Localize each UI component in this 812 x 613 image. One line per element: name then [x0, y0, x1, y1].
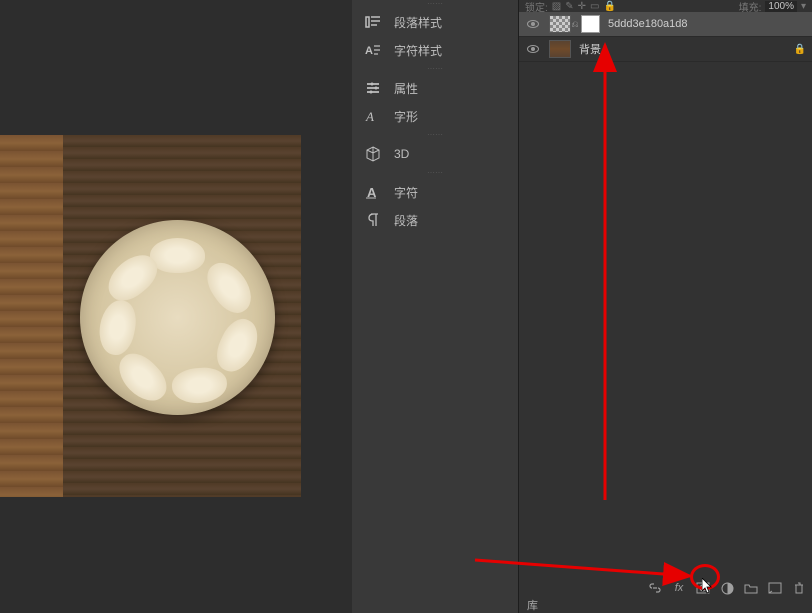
image-dumpling	[150, 238, 205, 273]
eye-icon	[527, 45, 539, 53]
glyphs-icon: A	[364, 107, 382, 125]
fill-dropdown-icon[interactable]: ▾	[801, 1, 806, 12]
char-styles-icon: A	[364, 41, 382, 59]
panel-paragraph[interactable]: 段落	[352, 206, 518, 234]
new-layer-icon[interactable]	[768, 581, 782, 595]
panel-label: 3D	[394, 147, 409, 161]
layer-name[interactable]: 背景	[579, 41, 792, 57]
layer-row[interactable]: 背景 🔒	[519, 37, 812, 62]
image-dumpling	[199, 255, 259, 320]
paragraph-styles-icon	[364, 13, 382, 31]
svg-text:A: A	[367, 185, 377, 199]
panel-label: 字符	[394, 184, 418, 201]
document-image[interactable]	[0, 135, 301, 497]
svg-text:A: A	[365, 109, 374, 123]
lock-artboard-icon[interactable]: ▭	[590, 1, 599, 12]
layers-lock-bar: 锁定: ▨ ✎ ✛ ▭ 🔒 填充: 100% ▾	[519, 0, 812, 12]
layer-visibility-toggle[interactable]	[523, 42, 543, 56]
panel-column: ⋯⋯ 段落样式 A 字符样式 ⋯⋯ 属性 A 字形 ⋯⋯ 3D ⋯⋯ A 字	[352, 0, 518, 613]
image-dumpling	[171, 366, 229, 406]
panel-label: 字形	[394, 108, 418, 125]
new-group-icon[interactable]	[744, 581, 758, 595]
layer-thumbnail[interactable]	[549, 15, 571, 33]
layer-thumbnail[interactable]	[549, 40, 571, 58]
image-dumpling	[95, 297, 139, 357]
panel-label: 段落样式	[394, 14, 442, 31]
layer-mask-link-icon[interactable]: ⎌	[571, 19, 579, 30]
panel-label: 字符样式	[394, 42, 442, 59]
add-mask-icon[interactable]	[696, 581, 710, 595]
canvas-area	[0, 0, 352, 613]
lock-label: 锁定:	[525, 0, 548, 14]
layer-row[interactable]: ⎌ 5ddd3e180a1d8	[519, 12, 812, 37]
panel-paragraph-styles[interactable]: 段落样式	[352, 8, 518, 36]
panel-properties[interactable]: 属性	[352, 74, 518, 102]
layer-mask-thumbnail[interactable]	[581, 15, 600, 33]
lock-icon: 🔒	[792, 44, 808, 55]
cube-3d-icon	[364, 145, 382, 163]
lock-image-icon[interactable]: ✎	[565, 1, 573, 12]
panel-separator: ⋯⋯	[352, 168, 518, 178]
panel-drag-handle[interactable]: ⋯⋯	[352, 0, 518, 8]
layers-footer: fx 库	[519, 573, 812, 613]
image-dumpling	[210, 313, 265, 378]
paragraph-icon	[364, 211, 382, 229]
image-bg-left	[0, 135, 63, 497]
lock-all-icon[interactable]: 🔒	[603, 1, 615, 12]
image-plate	[80, 220, 275, 415]
panel-separator: ⋯⋯	[352, 130, 518, 140]
panel-character[interactable]: A 字符	[352, 178, 518, 206]
panel-char-styles[interactable]: A 字符样式	[352, 36, 518, 64]
eye-icon	[527, 20, 539, 28]
adjustment-layer-icon[interactable]	[720, 581, 734, 595]
panel-separator: ⋯⋯	[352, 64, 518, 74]
libraries-tab[interactable]: 库	[527, 597, 538, 613]
link-layers-icon[interactable]	[648, 581, 662, 595]
panel-label: 属性	[394, 80, 418, 97]
layers-panel: 锁定: ▨ ✎ ✛ ▭ 🔒 填充: 100% ▾ ⎌ 5ddd3e180a1d8…	[518, 0, 812, 613]
panel-glyphs[interactable]: A 字形	[352, 102, 518, 130]
svg-text:A: A	[365, 45, 373, 57]
fill-value[interactable]: 100%	[765, 1, 797, 12]
properties-icon	[364, 79, 382, 97]
lock-transparency-icon[interactable]: ▨	[552, 1, 561, 12]
fill-label: 填充:	[739, 0, 762, 14]
layer-fx-icon[interactable]: fx	[672, 581, 686, 595]
panel-label: 段落	[394, 212, 418, 229]
panel-3d[interactable]: 3D	[352, 140, 518, 168]
delete-layer-icon[interactable]	[792, 581, 806, 595]
character-icon: A	[364, 183, 382, 201]
layer-name[interactable]: 5ddd3e180a1d8	[608, 18, 808, 30]
lock-position-icon[interactable]: ✛	[578, 1, 586, 12]
layer-visibility-toggle[interactable]	[523, 17, 543, 31]
